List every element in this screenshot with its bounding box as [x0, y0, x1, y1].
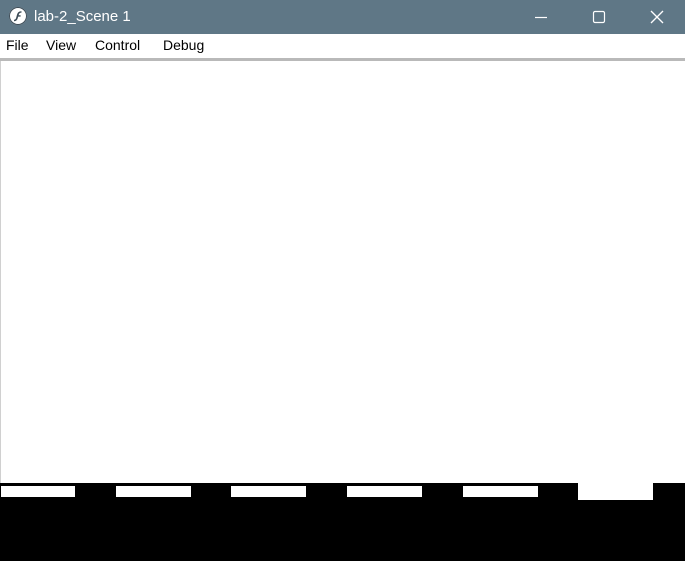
ground-slot: [578, 483, 653, 500]
ground-slot: [347, 486, 422, 497]
minimize-button[interactable]: [512, 0, 570, 34]
title-bar[interactable]: lab-2_Scene 1: [0, 0, 685, 34]
ground-slot: [231, 486, 306, 497]
menu-file[interactable]: File: [6, 37, 29, 54]
app-window: lab-2_Scene 1 File View Control Debug: [0, 0, 685, 561]
close-icon: [650, 10, 664, 24]
ground-slot: [116, 486, 191, 497]
maximize-icon: [592, 10, 606, 24]
flash-player-icon: [9, 7, 27, 25]
menu-control[interactable]: Control: [95, 37, 140, 54]
menu-view[interactable]: View: [46, 37, 76, 54]
menu-debug[interactable]: Debug: [163, 37, 204, 54]
minimize-icon: [535, 16, 547, 19]
maximize-button[interactable]: [570, 0, 628, 34]
ground-slot: [463, 486, 538, 497]
menu-bar: File View Control Debug: [0, 34, 685, 58]
window-title: lab-2_Scene 1: [34, 8, 131, 25]
close-button[interactable]: [628, 0, 685, 34]
ground-slot: [1, 486, 75, 497]
